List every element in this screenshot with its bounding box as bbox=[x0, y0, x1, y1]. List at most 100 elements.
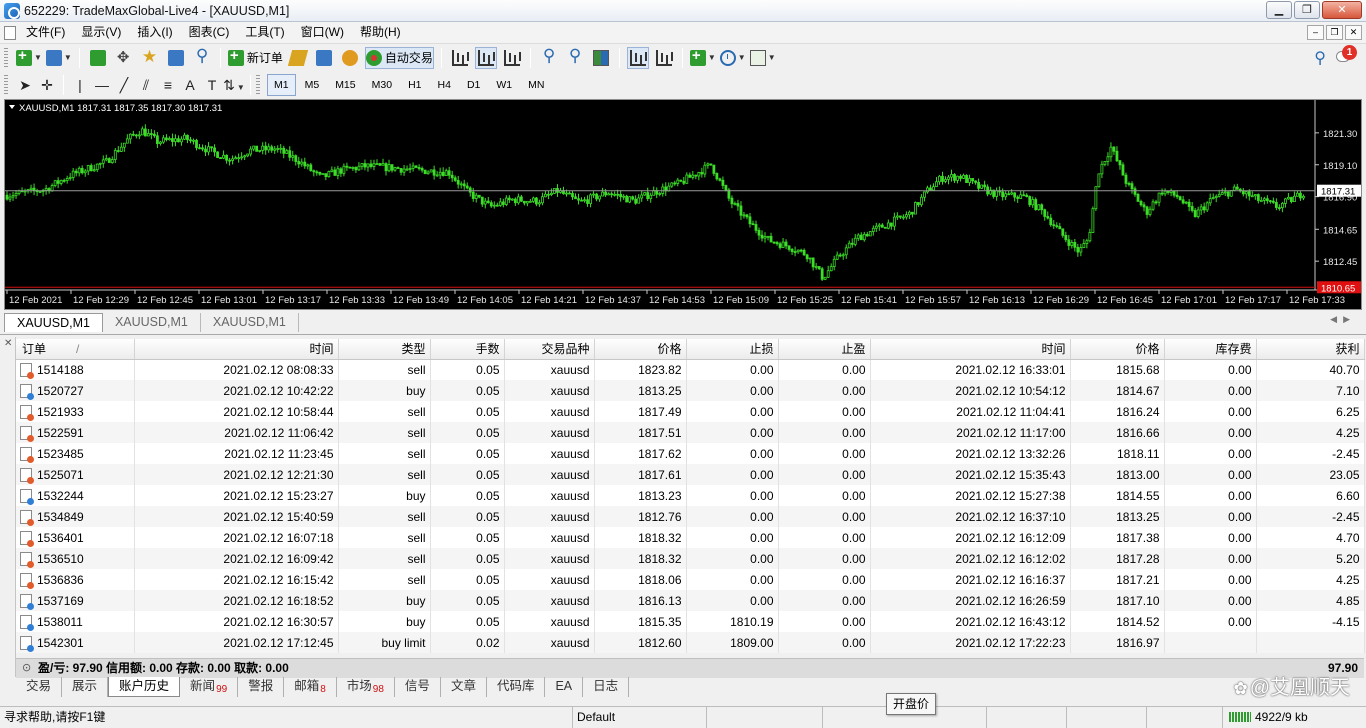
terminal-tab-9[interactable]: 代码库 bbox=[487, 677, 546, 697]
timeframe-m30[interactable]: M30 bbox=[365, 74, 399, 96]
col-swap[interactable]: 库存费 bbox=[1164, 339, 1257, 360]
col-close-time[interactable]: 时间 bbox=[870, 339, 1071, 360]
menu-insert[interactable]: 插入(I) bbox=[129, 23, 180, 42]
menu-file[interactable]: 文件(F) bbox=[18, 23, 73, 42]
col-stop-loss[interactable]: 止损 bbox=[686, 339, 779, 360]
line-chart-button[interactable] bbox=[501, 47, 523, 69]
auto-scroll-button[interactable] bbox=[626, 46, 649, 69]
fibonacci-icon[interactable]: ≡ bbox=[157, 77, 179, 93]
document-icon[interactable] bbox=[4, 25, 16, 40]
table-row[interactable]: 1542301 2021.02.12 17:12:45 buy limit 0.02 x… bbox=[16, 632, 1365, 653]
menu-help[interactable]: 帮助(H) bbox=[352, 23, 409, 42]
terminal-tab-10[interactable]: EA bbox=[545, 677, 584, 697]
col-type[interactable]: 类型 bbox=[338, 339, 431, 360]
timeframe-m1[interactable]: M1 bbox=[267, 74, 296, 96]
timeframe-mn[interactable]: MN bbox=[521, 74, 551, 96]
terminal-side-handle[interactable]: ✕ bbox=[2, 337, 16, 677]
menu-tools[interactable]: 工具(T) bbox=[237, 23, 292, 42]
templates-button[interactable]: ▼ bbox=[749, 47, 776, 69]
channel-icon[interactable]: ⫽ bbox=[135, 77, 157, 94]
table-row[interactable]: 1537169 2021.02.12 16:18:52 buy 0.05 xauusd 1… bbox=[16, 590, 1365, 611]
chart-tab-2[interactable]: XAUUSD,M1 bbox=[103, 313, 201, 332]
candlestick-button[interactable] bbox=[474, 46, 497, 69]
timeframe-h4[interactable]: H4 bbox=[431, 74, 458, 96]
chart-tab-3[interactable]: XAUUSD,M1 bbox=[201, 313, 299, 332]
market-watch-button[interactable] bbox=[87, 47, 109, 69]
terminal-tab-7[interactable]: 信号 bbox=[395, 677, 441, 697]
new-chart-button[interactable]: ▼ bbox=[16, 47, 42, 69]
cursor-icon[interactable]: ➤ bbox=[14, 77, 36, 94]
text-label-icon[interactable]: T bbox=[201, 77, 223, 93]
table-row[interactable]: 1536836 2021.02.12 16:15:42 sell 0.05 xauusd… bbox=[16, 569, 1365, 590]
toolbar-grip[interactable] bbox=[256, 75, 260, 95]
table-row[interactable]: 1514188 2021.02.12 08:08:33 sell 0.05 xauusd… bbox=[16, 359, 1365, 380]
timeframe-d1[interactable]: D1 bbox=[460, 74, 487, 96]
table-row[interactable]: 1525071 2021.02.12 12:21:30 sell 0.05 xauusd… bbox=[16, 464, 1365, 485]
data-window-button[interactable] bbox=[113, 47, 135, 69]
minimize-button[interactable]: ▁ bbox=[1266, 1, 1292, 19]
toolbar-grip[interactable] bbox=[4, 75, 8, 95]
col-open-time[interactable]: 时间 bbox=[134, 339, 339, 360]
table-row[interactable]: 1534849 2021.02.12 15:40:59 sell 0.05 xauusd… bbox=[16, 506, 1365, 527]
table-row[interactable]: 1536510 2021.02.12 16:09:42 sell 0.05 xauusd… bbox=[16, 548, 1365, 569]
timeframe-m5[interactable]: M5 bbox=[298, 74, 327, 96]
mdi-close-button[interactable]: ✕ bbox=[1345, 25, 1362, 40]
col-order[interactable]: 订单 / bbox=[16, 339, 135, 360]
terminal-tab-4[interactable]: 警报 bbox=[238, 677, 285, 697]
signals-button[interactable] bbox=[339, 47, 361, 69]
close-button[interactable]: ✕ bbox=[1322, 1, 1362, 19]
periods-button[interactable]: ▼ bbox=[719, 47, 746, 69]
tab-scroll-arrows-icon[interactable]: ◀▶ bbox=[1330, 314, 1356, 325]
mdi-restore-button[interactable]: ❐ bbox=[1326, 25, 1343, 40]
table-row[interactable]: 1521933 2021.02.12 10:58:44 sell 0.05 xauusd… bbox=[16, 401, 1365, 422]
menu-view[interactable]: 显示(V) bbox=[73, 23, 129, 42]
price-chart[interactable]: 1821.301819.101816.901814.651812.451817.… bbox=[5, 100, 1361, 309]
auto-trading-button[interactable]: 自动交易 bbox=[364, 46, 434, 69]
col-lots[interactable]: 手数 bbox=[430, 339, 505, 360]
mql5-community-button[interactable] bbox=[313, 47, 335, 69]
terminal-tab-2[interactable]: 账户历史 bbox=[108, 677, 181, 697]
search-icon[interactable]: ⚲ bbox=[1314, 48, 1326, 68]
notifications-button[interactable]: 1 bbox=[1336, 45, 1357, 66]
col-symbol[interactable]: 交易品种 bbox=[504, 339, 595, 360]
crosshair-tool-icon[interactable]: ✛ bbox=[36, 77, 58, 94]
maximize-button[interactable]: ❐ bbox=[1294, 1, 1320, 19]
tile-windows-button[interactable] bbox=[590, 47, 612, 69]
arrows-icon[interactable]: ⇅ ▼ bbox=[223, 77, 245, 94]
terminal-button[interactable] bbox=[165, 47, 187, 69]
col-close-price[interactable]: 价格 bbox=[1070, 339, 1165, 360]
close-panel-icon[interactable]: ✕ bbox=[4, 338, 12, 349]
timeframe-m15[interactable]: M15 bbox=[328, 74, 362, 96]
timeframe-h1[interactable]: H1 bbox=[401, 74, 428, 96]
status-profile[interactable]: Default bbox=[572, 707, 706, 728]
terminal-tab-3[interactable]: 新闻99 bbox=[180, 677, 239, 697]
mdi-minimize-button[interactable]: – bbox=[1307, 25, 1324, 40]
text-tool-icon[interactable]: A bbox=[179, 77, 201, 93]
horizontal-line-icon[interactable]: — bbox=[91, 77, 113, 93]
col-profit[interactable]: 获利 bbox=[1256, 339, 1365, 360]
new-order-button[interactable]: 新订单 bbox=[227, 47, 283, 69]
indicators-button[interactable]: ▼ bbox=[689, 47, 716, 69]
table-row[interactable]: 1536401 2021.02.12 16:07:18 sell 0.05 xauusd… bbox=[16, 527, 1365, 548]
col-take-profit[interactable]: 止盈 bbox=[778, 339, 871, 360]
terminal-tab-11[interactable]: 日志 bbox=[583, 677, 630, 697]
terminal-tab-5[interactable]: 邮箱8 bbox=[284, 677, 337, 697]
menu-window[interactable]: 窗口(W) bbox=[293, 23, 352, 42]
terminal-tab-1[interactable]: 展示 bbox=[62, 677, 109, 697]
terminal-tab-6[interactable]: 市场98 bbox=[337, 677, 395, 697]
zoom-out-button[interactable] bbox=[564, 46, 586, 69]
chart-shift-button[interactable] bbox=[653, 47, 675, 69]
chart-window[interactable]: 1821.30 1819.10 1816.90 1814.65 1812.45 1817.… bbox=[4, 99, 1362, 310]
vertical-line-icon[interactable]: | bbox=[69, 77, 91, 93]
table-row[interactable]: 1538011 2021.02.12 16:30:57 buy 0.05 xauusd 1… bbox=[16, 611, 1365, 632]
col-open-price[interactable]: 价格 bbox=[594, 339, 687, 360]
table-row[interactable]: 1523485 2021.02.12 11:23:45 sell 0.05 xauusd… bbox=[16, 443, 1365, 464]
metaeditor-button[interactable] bbox=[287, 47, 309, 69]
navigator-button[interactable] bbox=[139, 47, 161, 69]
table-row[interactable]: 1522591 2021.02.12 11:06:42 sell 0.05 xauusd… bbox=[16, 422, 1365, 443]
trendline-icon[interactable]: ╱ bbox=[113, 77, 135, 94]
menu-charts[interactable]: 图表(C) bbox=[181, 23, 238, 42]
table-row[interactable]: 1520727 2021.02.12 10:42:22 buy 0.05 xauusd 1… bbox=[16, 380, 1365, 401]
terminal-tab-0[interactable]: 交易 bbox=[16, 677, 63, 697]
profiles-button[interactable]: ▼ bbox=[45, 47, 72, 69]
